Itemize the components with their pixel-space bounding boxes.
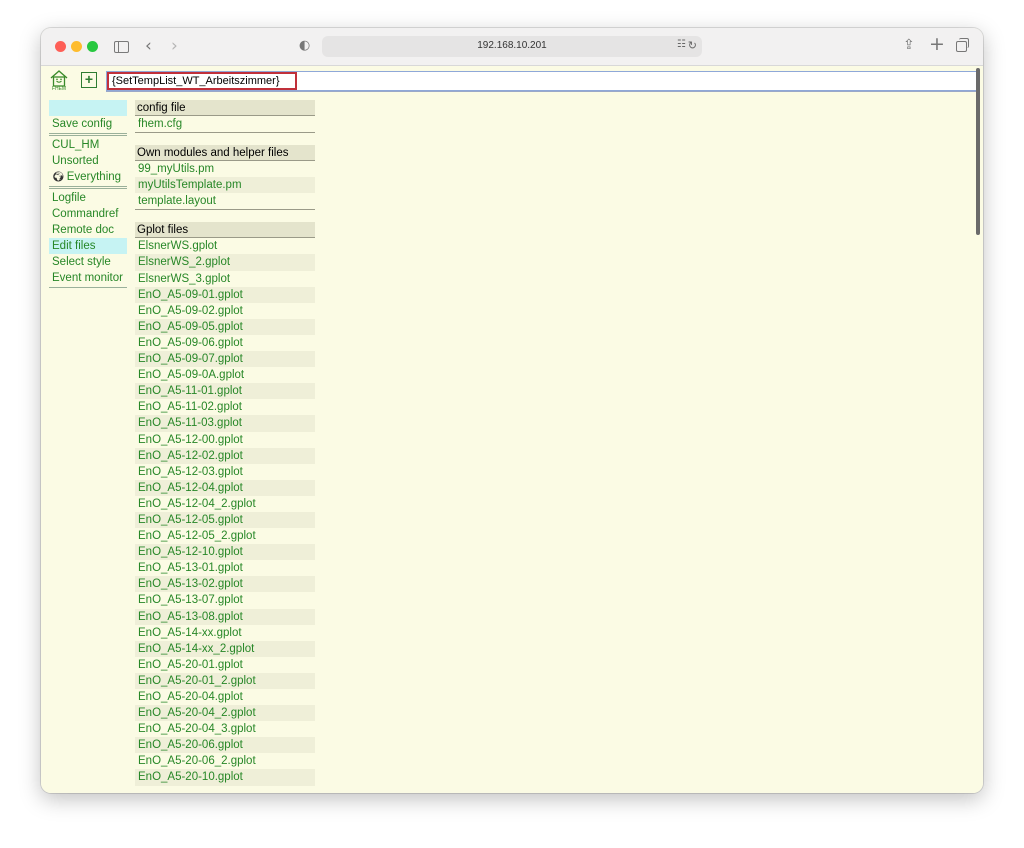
- file-link[interactable]: ElsnerWS_3.gplot: [135, 271, 315, 287]
- file-list: config file fhem.cfg Own modules and hel…: [135, 100, 315, 786]
- address-bar-url[interactable]: 192.168.10.201: [322, 40, 702, 51]
- file-link[interactable]: EnO_A5-12-05.gplot: [135, 511, 315, 529]
- menu-item-logfile[interactable]: Logfile: [49, 190, 127, 206]
- menu-item-select-style[interactable]: Select style: [49, 254, 127, 270]
- file-link[interactable]: EnO_A5-14-xx_2.gplot: [135, 640, 315, 657]
- command-line[interactable]: {SetTempList_WT_Arbeitszimmer}: [106, 71, 978, 91]
- file-link[interactable]: EnO_A5-09-0A.gplot: [135, 367, 315, 383]
- file-link[interactable]: EnO_A5-20-04.gplot: [135, 689, 315, 705]
- command-line-divider: [106, 91, 978, 92]
- close-window-button[interactable]: [55, 41, 66, 52]
- file-link[interactable]: EnO_A5-13-07.gplot: [135, 592, 315, 608]
- menu-item-event-monitor[interactable]: Event monitor: [49, 270, 127, 286]
- add-device-button[interactable]: +: [81, 72, 97, 88]
- file-link[interactable]: 99_myUtils.pm: [135, 161, 315, 177]
- file-link[interactable]: EnO_A5-11-03.gplot: [135, 415, 315, 432]
- modules-heading: Own modules and helper files: [135, 145, 315, 162]
- file-link[interactable]: EnO_A5-12-02.gplot: [135, 447, 315, 464]
- sidebar-toggle-icon[interactable]: [114, 41, 129, 53]
- menu-item-everything-label: Everything: [66, 171, 122, 183]
- new-tab-icon[interactable]: +: [929, 33, 945, 55]
- fhem-logo[interactable]: FHEM: [49, 69, 69, 92]
- fhem-menu: Save config CUL_HM Unsorted 🌍︎ Everything…: [49, 100, 127, 289]
- house-icon: [50, 70, 68, 87]
- address-bar[interactable]: 192.168.10.201 ☷ ↻: [322, 36, 702, 57]
- maximize-window-button[interactable]: [87, 41, 98, 52]
- menu-item-everything[interactable]: 🌍︎ Everything: [49, 169, 127, 185]
- file-link[interactable]: EnO_A5-20-04_3.gplot: [135, 721, 315, 737]
- back-arrow-icon[interactable]: ‹: [145, 36, 152, 56]
- menu-item-edit-files[interactable]: Edit files: [49, 238, 127, 254]
- file-link[interactable]: EnO_A5-20-10.gplot: [135, 769, 315, 786]
- file-link[interactable]: EnO_A5-09-07.gplot: [135, 351, 315, 368]
- file-link[interactable]: template.layout: [135, 193, 315, 209]
- file-link[interactable]: EnO_A5-20-01.gplot: [135, 657, 315, 673]
- file-link[interactable]: EnO_A5-12-03.gplot: [135, 464, 315, 480]
- menu-divider: [49, 186, 127, 189]
- gplot-heading: Gplot files: [135, 222, 315, 239]
- file-link[interactable]: EnO_A5-20-06.gplot: [135, 737, 315, 754]
- file-link[interactable]: EnO_A5-09-02.gplot: [135, 303, 315, 319]
- file-link[interactable]: EnO_A5-20-06_2.gplot: [135, 753, 315, 769]
- command-input[interactable]: {SetTempList_WT_Arbeitszimmer}: [107, 72, 297, 90]
- file-link[interactable]: ElsnerWS.gplot: [135, 238, 315, 254]
- share-icon[interactable]: ⇪: [903, 37, 915, 53]
- file-link[interactable]: EnO_A5-09-06.gplot: [135, 335, 315, 351]
- menu-item-save-config[interactable]: Save config: [49, 116, 127, 132]
- page-scrollbar[interactable]: [976, 68, 980, 235]
- fhem-page: FHEM + {SetTempList_WT_Arbeitszimmer} Sa…: [41, 66, 983, 793]
- menu-item-commandref[interactable]: Commandref: [49, 206, 127, 222]
- menu-item-unsorted[interactable]: Unsorted: [49, 153, 127, 169]
- file-link[interactable]: EnO_A5-13-08.gplot: [135, 608, 315, 625]
- file-link[interactable]: EnO_A5-14-xx.gplot: [135, 625, 315, 641]
- gplot-block: Gplot files ElsnerWS.gplot ElsnerWS_2.gpl…: [135, 222, 315, 786]
- config-file-heading: config file: [135, 100, 315, 116]
- file-link[interactable]: ElsnerWS_2.gplot: [135, 254, 315, 271]
- tab-overview-icon[interactable]: [956, 38, 969, 52]
- file-link[interactable]: EnO_A5-13-01.gplot: [135, 560, 315, 576]
- file-link[interactable]: EnO_A5-12-10.gplot: [135, 544, 315, 561]
- menu-item-cul-hm[interactable]: CUL_HM: [49, 137, 127, 153]
- menu-divider: [49, 133, 127, 136]
- file-link[interactable]: EnO_A5-20-01_2.gplot: [135, 672, 315, 689]
- config-file-block: config file fhem.cfg: [135, 100, 315, 134]
- file-link[interactable]: EnO_A5-12-00.gplot: [135, 432, 315, 448]
- menu-item-remote-doc[interactable]: Remote doc: [49, 222, 127, 238]
- globe-icon: 🌍︎: [52, 172, 65, 183]
- reload-icon[interactable]: ↻: [688, 39, 697, 52]
- file-link[interactable]: myUtilsTemplate.pm: [135, 177, 315, 194]
- privacy-shield-icon[interactable]: ◐: [299, 38, 310, 53]
- file-link[interactable]: fhem.cfg: [135, 116, 315, 132]
- file-link[interactable]: EnO_A5-13-02.gplot: [135, 576, 315, 593]
- file-link[interactable]: EnO_A5-11-02.gplot: [135, 399, 315, 415]
- logo-text: FHEM: [51, 86, 67, 92]
- file-link[interactable]: EnO_A5-20-04_2.gplot: [135, 705, 315, 722]
- modules-block: Own modules and helper files 99_myUtils.…: [135, 145, 315, 211]
- minimize-window-button[interactable]: [71, 41, 82, 52]
- file-link[interactable]: EnO_A5-09-05.gplot: [135, 318, 315, 335]
- file-link[interactable]: EnO_A5-12-05_2.gplot: [135, 528, 315, 544]
- file-link[interactable]: EnO_A5-12-04.gplot: [135, 479, 315, 496]
- browser-titlebar: ‹ › ◐ 192.168.10.201 ☷ ↻ ⇪ +: [41, 28, 983, 66]
- file-link[interactable]: EnO_A5-09-01.gplot: [135, 286, 315, 303]
- menu-header: [49, 100, 127, 116]
- browser-window: ‹ › ◐ 192.168.10.201 ☷ ↻ ⇪ + FHEM + {Set…: [41, 28, 983, 793]
- menu-divider: [49, 287, 127, 288]
- forward-arrow-icon[interactable]: ›: [171, 36, 178, 56]
- file-link[interactable]: EnO_A5-12-04_2.gplot: [135, 496, 315, 512]
- translate-icon[interactable]: ☷: [677, 39, 686, 50]
- file-link[interactable]: EnO_A5-11-01.gplot: [135, 383, 315, 400]
